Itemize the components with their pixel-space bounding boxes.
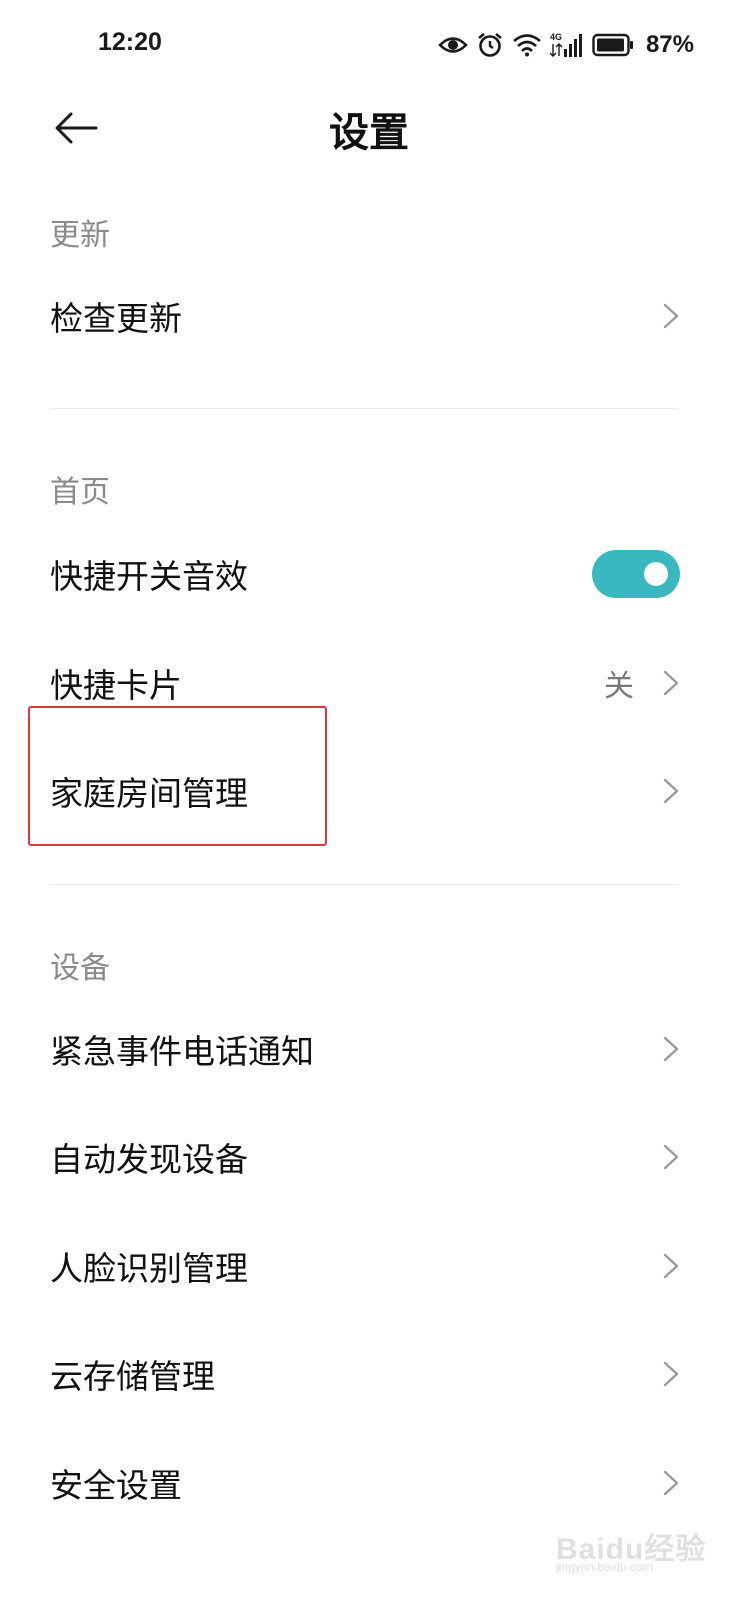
eye-icon: [438, 34, 468, 56]
row-cloud-storage[interactable]: 云存储管理: [0, 1324, 738, 1424]
section-header-device: 设备: [50, 951, 110, 986]
chevron-right-icon: [663, 670, 679, 696]
toggle-knob: [644, 562, 668, 586]
chevron-right-icon: [663, 1036, 679, 1062]
status-time: 12:20: [98, 28, 162, 56]
chevron-right-icon: [663, 1253, 679, 1279]
wifi-icon: [512, 33, 542, 57]
row-label: 快捷开关音效: [50, 557, 248, 596]
divider: [50, 408, 678, 409]
sound-effect-toggle[interactable]: [592, 550, 680, 598]
row-check-update[interactable]: 检查更新: [0, 266, 738, 366]
row-label: 快捷卡片: [50, 666, 182, 705]
status-icons: 4G 87%: [438, 27, 694, 63]
title-bar: 设置: [0, 92, 738, 172]
svg-text:4G: 4G: [550, 32, 562, 42]
section-header-update: 更新: [50, 218, 110, 253]
watermark-sub: jingyan.baidu.com: [556, 1560, 653, 1574]
chevron-right-icon: [663, 303, 679, 329]
row-auto-discover-devices[interactable]: 自动发现设备: [0, 1107, 738, 1207]
alarm-icon: [476, 31, 504, 59]
chevron-right-icon: [663, 1361, 679, 1387]
chevron-right-icon: [663, 1470, 679, 1496]
row-label: 检查更新: [50, 299, 182, 338]
row-label: 自动发现设备: [50, 1140, 248, 1179]
4g-signal-icon: 4G: [549, 31, 584, 59]
baidu-watermark: Baidu经验 jingyan.baidu.com: [556, 1520, 716, 1580]
row-face-recognition[interactable]: 人脸识别管理: [0, 1216, 738, 1316]
row-label: 紧急事件电话通知: [50, 1032, 314, 1071]
page-title: 设置: [329, 110, 409, 156]
row-label: 家庭房间管理: [50, 774, 248, 813]
row-label: 云存储管理: [50, 1357, 215, 1396]
battery-percent: 87%: [645, 31, 694, 58]
chevron-right-icon: [663, 1144, 679, 1170]
row-quick-switch-sound: 快捷开关音效: [0, 524, 738, 624]
row-label: 安全设置: [50, 1466, 182, 1505]
section-header-home: 首页: [50, 475, 110, 510]
chevron-right-icon: [663, 778, 679, 804]
divider: [50, 884, 678, 885]
status-bar: 12:20 4G 87%: [0, 0, 738, 92]
row-value: 关: [604, 669, 634, 704]
row-quick-cards[interactable]: 快捷卡片 关: [0, 633, 738, 733]
row-label: 人脸识别管理: [50, 1249, 248, 1288]
battery-icon: [592, 33, 634, 57]
row-emergency-call-notify[interactable]: 紧急事件电话通知: [0, 999, 738, 1099]
row-security-settings[interactable]: 安全设置: [0, 1433, 738, 1533]
row-home-room-management[interactable]: 家庭房间管理: [0, 741, 738, 841]
